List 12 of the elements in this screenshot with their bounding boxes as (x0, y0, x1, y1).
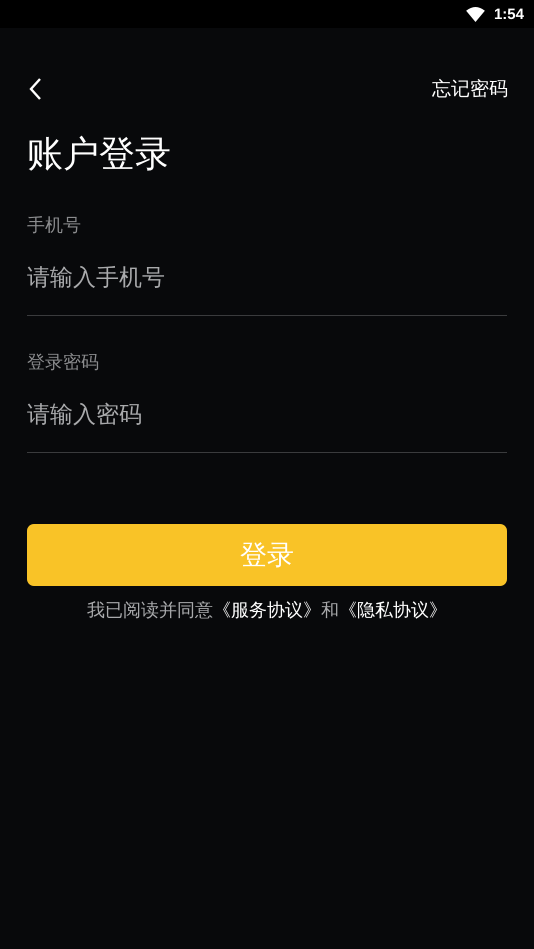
status-time: 1:54 (494, 6, 524, 22)
input-field[interactable]: 请输入密码 (27, 374, 507, 453)
agreement-text: 我已阅读并同意《服务协议》和《隐私协议》 (86, 599, 448, 622)
input-field[interactable]: 请输入手机号 (27, 237, 507, 316)
service-agreement-link[interactable]: 《服务协议》 (213, 600, 321, 621)
back-icon[interactable] (28, 77, 42, 101)
forgot-password-link[interactable]: 忘记密码 (432, 76, 508, 102)
field-label: 登录密码 (27, 351, 100, 374)
field-label: 手机号 (27, 214, 82, 237)
wifi-icon (466, 6, 485, 22)
privacy-agreement-link[interactable]: 《隐私协议》 (339, 600, 447, 621)
page-title: 账户登录 (27, 133, 172, 177)
